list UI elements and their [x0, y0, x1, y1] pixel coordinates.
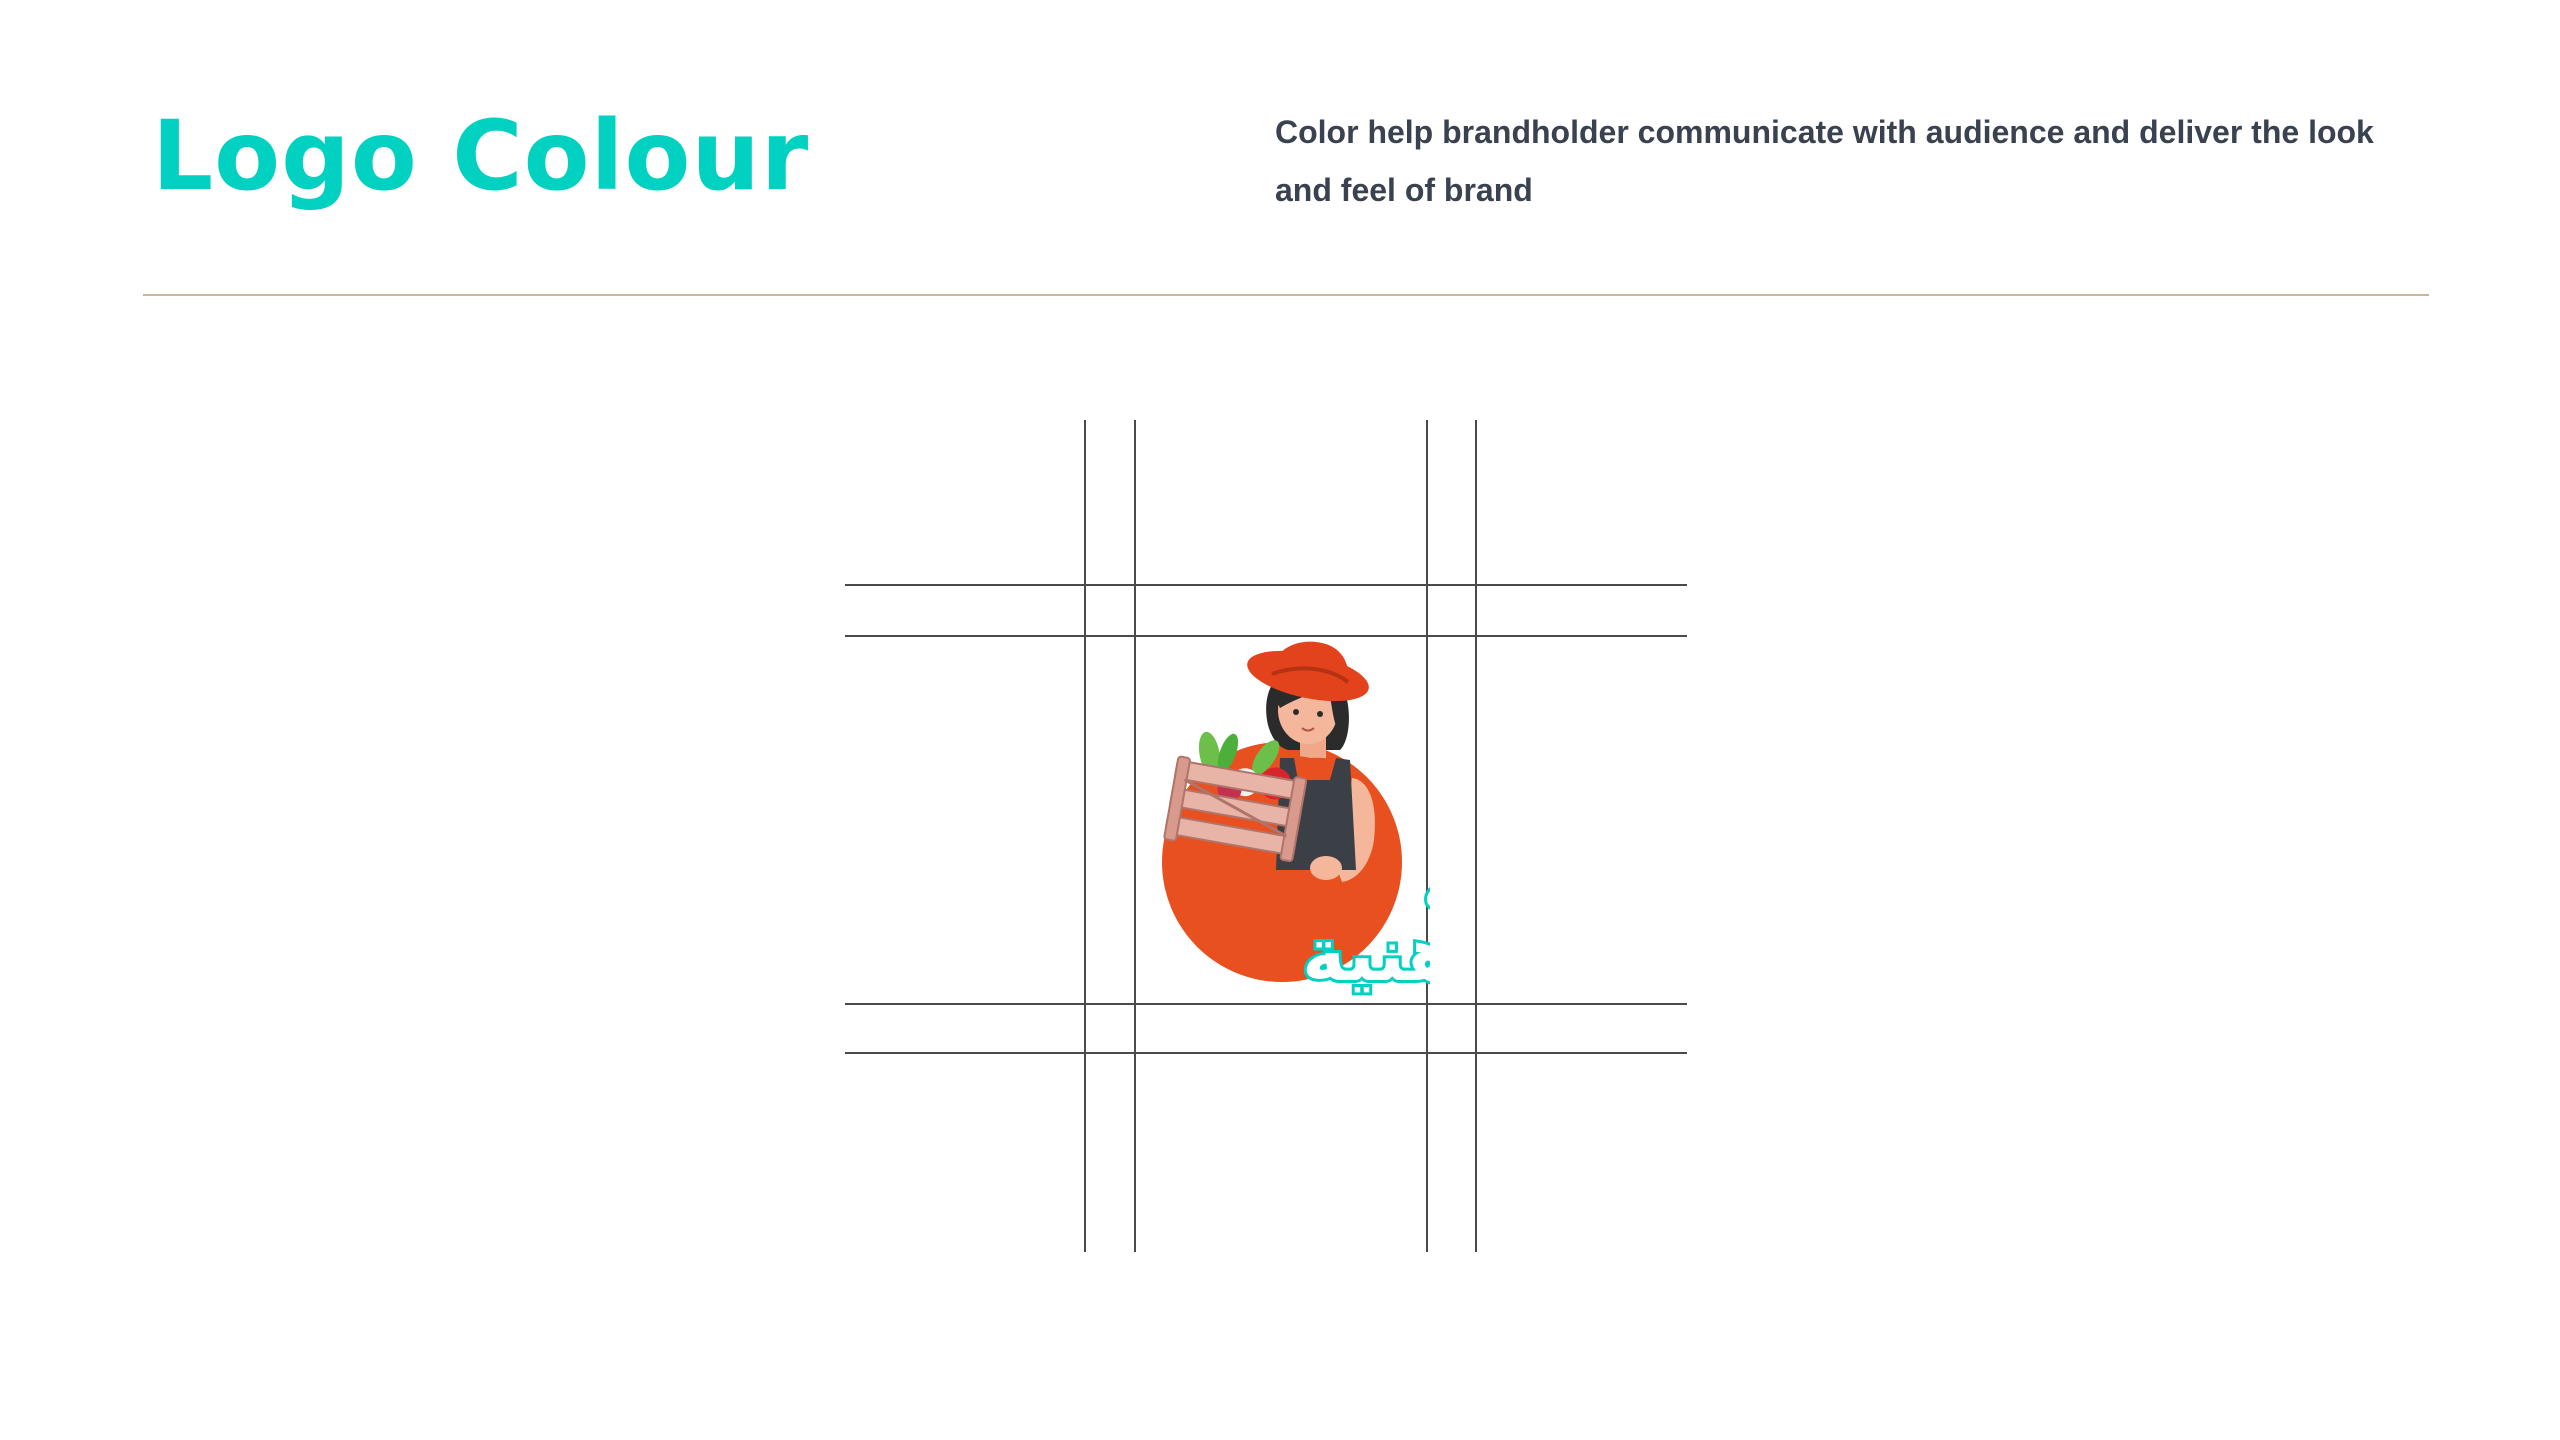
page-title: Logo Colour — [152, 100, 810, 212]
grid-line-top-outer — [845, 584, 1687, 586]
page-description: Color help brandholder communicate with … — [1275, 114, 2374, 208]
grid-line-bottom-inner — [845, 1003, 1687, 1005]
header-divider — [143, 294, 2429, 296]
hand-icon — [1310, 856, 1342, 880]
grid-line-right-outer — [1475, 420, 1477, 1252]
grid-line-bottom-outer — [845, 1052, 1687, 1054]
svg-text:هنية: هنية — [1302, 912, 1430, 998]
grid-line-left-outer — [1084, 420, 1086, 1252]
brand-logo: أكلة هنية — [1162, 641, 1430, 1000]
